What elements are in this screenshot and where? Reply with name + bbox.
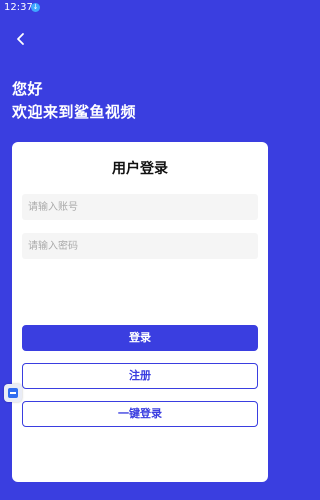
account-input[interactable] [22, 194, 258, 220]
floating-assist-button[interactable] [4, 384, 22, 402]
chevron-left-icon [17, 33, 24, 45]
welcome-text: 欢迎来到鲨鱼视频 [12, 103, 137, 121]
download-notification-icon: ↓ [31, 3, 40, 12]
login-title: 用户登录 [112, 161, 168, 177]
password-input[interactable] [22, 233, 258, 259]
back-button[interactable] [13, 31, 29, 47]
status-bar: 12:37 ↓ [0, 0, 281, 16]
login-button[interactable]: 登录 [22, 325, 258, 351]
login-card: 用户登录 登录 注册 一键登录 [12, 142, 268, 482]
status-time: 12:37 [4, 2, 33, 13]
one-key-login-button[interactable]: 一键登录 [22, 401, 258, 427]
assist-float-icon [8, 388, 18, 398]
greeting-text: 您好 [12, 80, 44, 98]
register-button[interactable]: 注册 [22, 363, 258, 389]
